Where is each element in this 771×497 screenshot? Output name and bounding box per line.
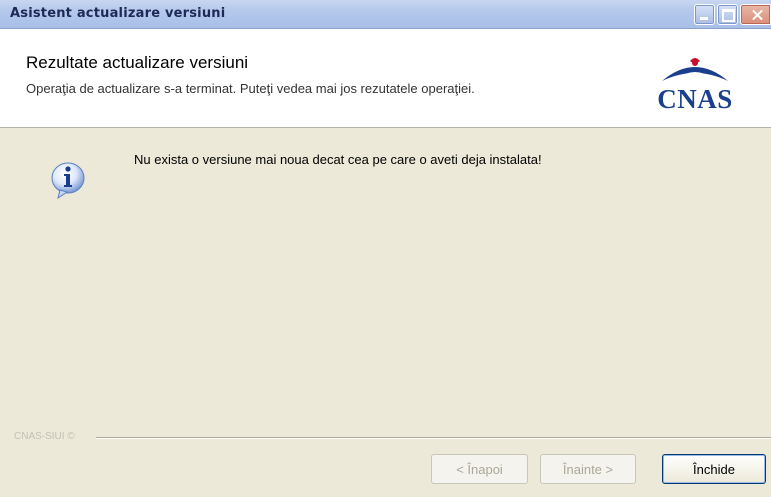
back-button[interactable]: < Înapoi <box>431 454 528 484</box>
close-button-label: Închide <box>693 461 735 477</box>
next-button-label: Înainte > <box>562 461 614 477</box>
title-bar[interactable]: Asistent actualizare versiuni <box>0 0 771 29</box>
logo-text: CNAS <box>657 84 733 114</box>
dialog-window: Asistent actualizare versiuni Rezultate … <box>0 0 771 497</box>
maximize-icon[interactable] <box>717 4 738 25</box>
footer-copyright: CNAS-SIUI © <box>14 431 75 442</box>
next-button[interactable]: Înainte > <box>540 454 636 484</box>
back-button-label: < Înapoi <box>456 461 503 477</box>
cnas-logo: CNAS <box>632 51 758 117</box>
minimize-icon[interactable] <box>694 4 715 25</box>
header-panel: Rezultate actualizare versiuni Operaţia … <box>0 29 771 128</box>
close-icon[interactable] <box>740 4 771 25</box>
result-message: Nu exista o versiune mai noua decat cea … <box>134 152 542 167</box>
page-title: Rezultate actualizare versiuni <box>26 53 249 72</box>
page-subtitle: Operaţia de actualizare s-a terminat. Pu… <box>26 81 475 96</box>
window-title: Asistent actualizare versiuni <box>10 6 226 21</box>
info-icon <box>48 160 88 200</box>
close-button[interactable]: Închide <box>662 454 766 484</box>
footer-divider <box>96 437 771 439</box>
